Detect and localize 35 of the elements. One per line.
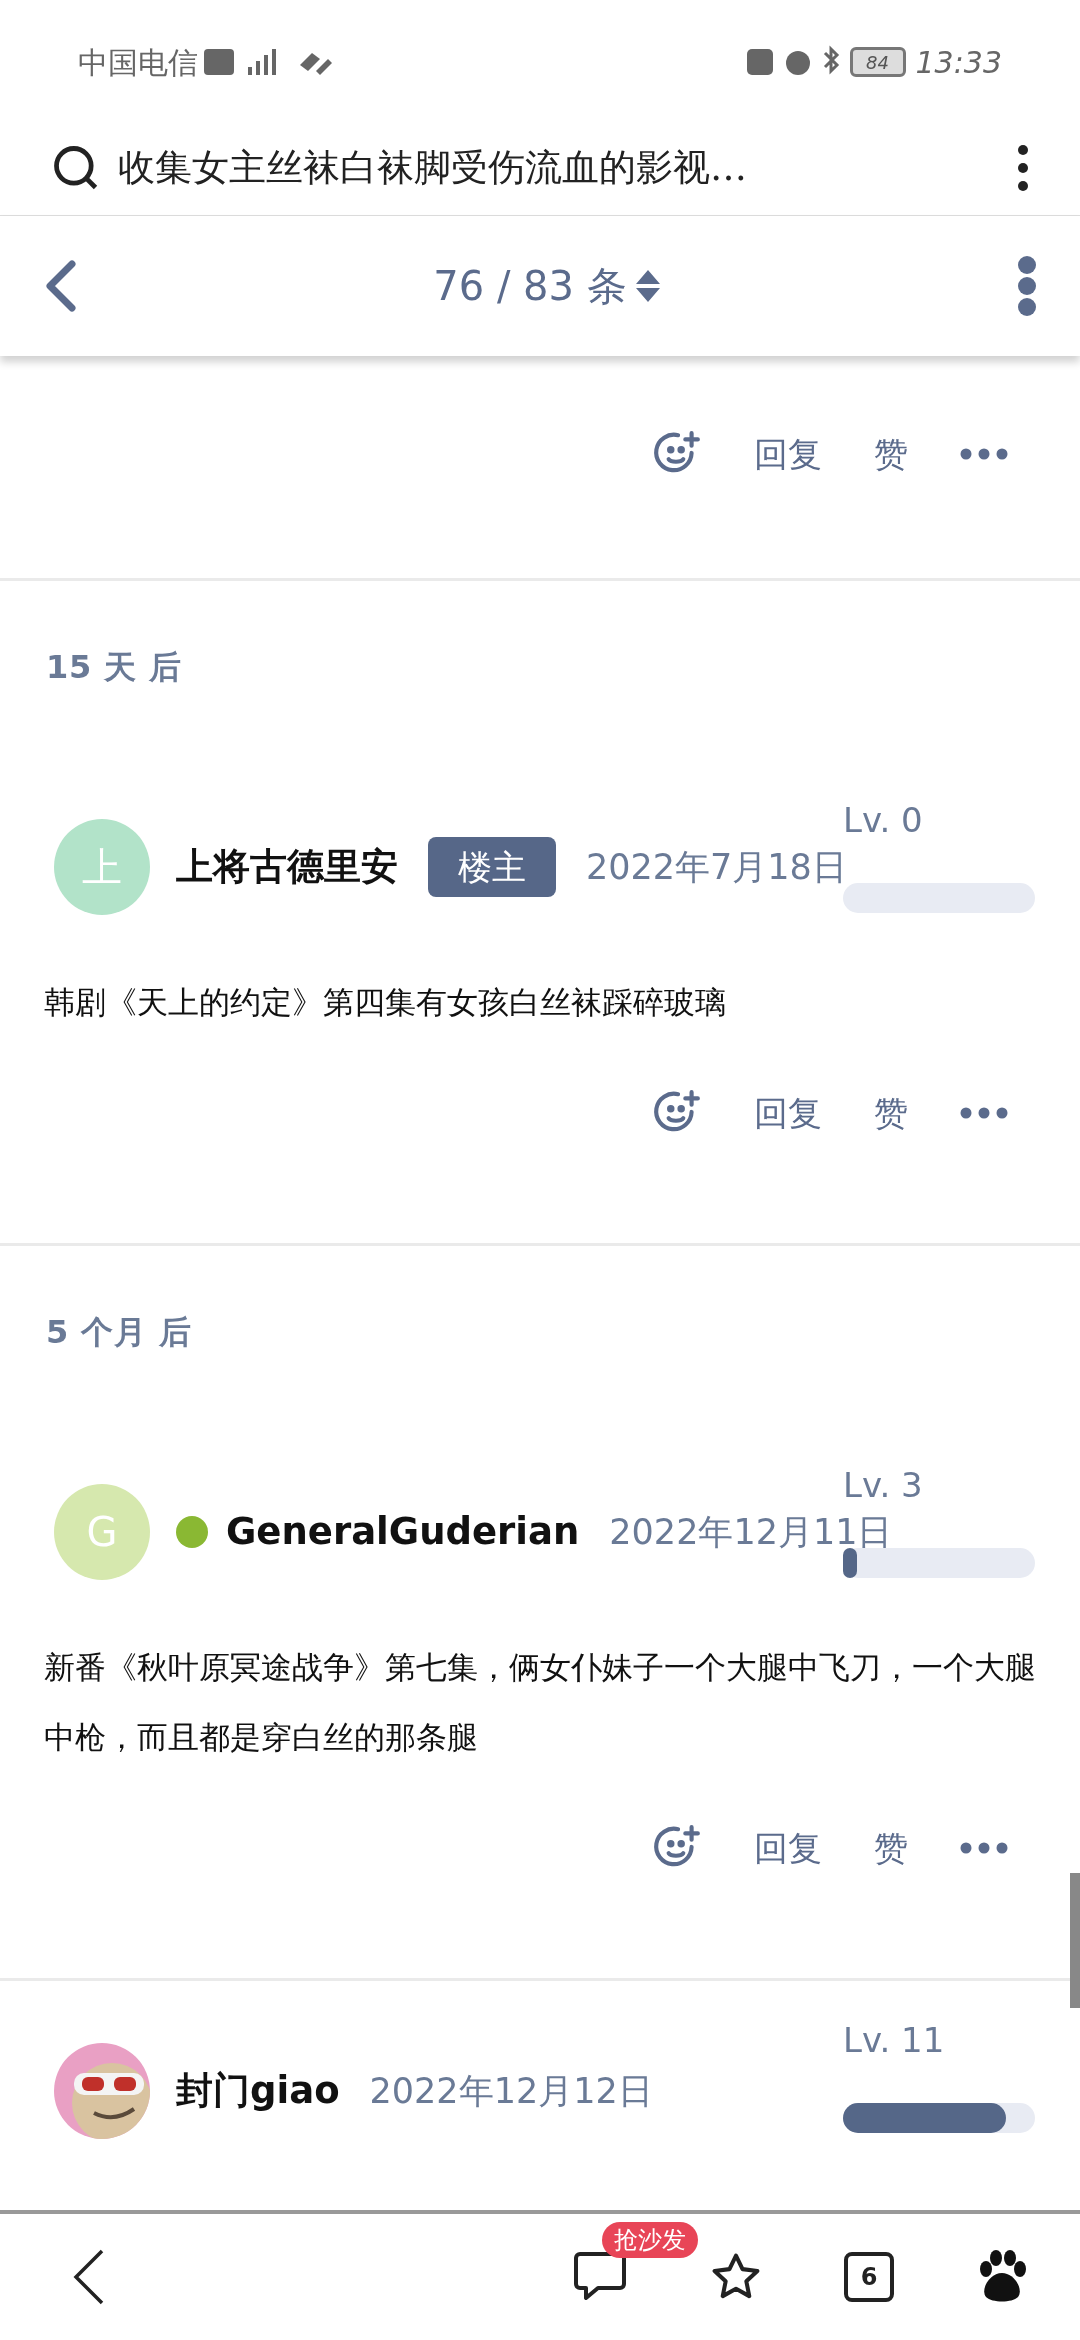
post-body: 韩剧《天上的约定》第四集有女孩白丝袜踩碎玻璃 <box>43 983 727 1022</box>
like-button[interactable]: 赞 <box>874 1087 908 1139</box>
sort-icon[interactable] <box>634 268 661 304</box>
like-button[interactable]: 赞 <box>874 428 908 480</box>
level-label: Lv. 0 <box>843 799 923 842</box>
search-query[interactable]: 收集女主丝袜白袜脚受伤流血的影视… <box>118 139 1016 196</box>
more-icon[interactable] <box>960 1842 1008 1854</box>
reply-button[interactable]: 回复 <box>754 428 822 480</box>
post-body: 新番《秋叶原冥途战争》第七集，俩女仆妹子一个大腿中飞刀，一个大腿中枪，而且都是穿白丝的那条腿 <box>43 1648 1037 1757</box>
clock: 13:33 <box>915 43 1002 82</box>
post-date: 2022年7月18日 <box>586 845 847 889</box>
author-name[interactable]: GeneralGuderian <box>226 1504 580 1560</box>
tabs-button[interactable]: 6 <box>844 2252 894 2302</box>
avatar-initial: G <box>86 1508 118 1557</box>
reply-button[interactable]: 回复 <box>754 1822 822 1874</box>
avatar-initial: 上 <box>82 843 122 892</box>
battery-level: 84 <box>866 50 889 75</box>
op-badge: 楼主 <box>428 837 556 897</box>
author-name[interactable]: 上将古德里安 <box>176 839 398 895</box>
reply-button[interactable]: 回复 <box>754 1087 822 1139</box>
post-counter[interactable]: 76 / 83 条 <box>433 256 627 316</box>
like-button[interactable]: 赞 <box>874 1822 908 1874</box>
time-gap-label: 5 个月 后 <box>46 1313 192 1351</box>
level-label: Lv. 11 <box>843 2019 945 2062</box>
more-icon[interactable] <box>960 448 1008 460</box>
time-gap-label: 15 天 后 <box>46 648 182 686</box>
menu-icon[interactable] <box>1016 142 1030 193</box>
author-name[interactable]: 封门giao <box>176 2063 340 2119</box>
carrier-label: 中国电信 <box>78 43 198 82</box>
comment-badge: 抢沙发 <box>602 2222 698 2258</box>
post-date: 2022年12月11日 <box>609 1510 893 1554</box>
more-icon[interactable] <box>960 1107 1008 1119</box>
post-date: 2022年12月12日 <box>369 2069 653 2113</box>
level-label: Lv. 3 <box>843 1464 923 1507</box>
more-icon[interactable] <box>1016 255 1038 317</box>
